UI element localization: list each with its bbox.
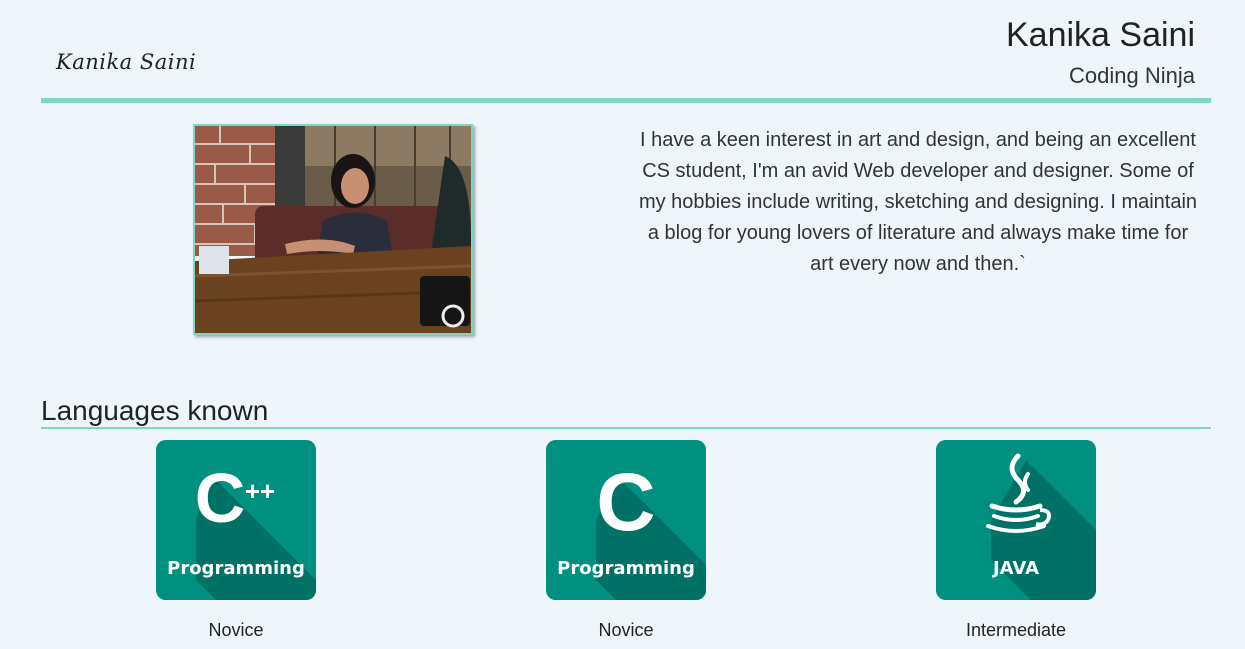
cpp-glyph: C bbox=[195, 459, 246, 537]
owner-name: Kanika Saini bbox=[1005, 16, 1195, 54]
owner-tagline: Coding Ninja bbox=[1069, 63, 1195, 88]
java-icon[interactable]: JAVA bbox=[936, 440, 1096, 600]
cpp-icon[interactable]: C ++ Programming bbox=[156, 440, 316, 600]
bio-text: I have a keen interest in art and design… bbox=[638, 129, 1198, 275]
cpp-superscript: ++ bbox=[245, 476, 275, 506]
profile-photo bbox=[193, 124, 473, 335]
c-glyph: C bbox=[596, 457, 655, 548]
language-card-c: C Programming Novice bbox=[546, 440, 706, 641]
cpp-caption: Programming bbox=[167, 558, 305, 579]
c-level: Novice bbox=[598, 620, 654, 640]
header-divider bbox=[41, 98, 1211, 103]
signature-logo[interactable]: Kanika Saini bbox=[56, 50, 196, 74]
site-header: Kanika Saini Kanika Saini Coding Ninja bbox=[41, 0, 1211, 103]
language-card-java: JAVA Intermediate bbox=[936, 440, 1096, 641]
c-caption: Programming bbox=[557, 558, 695, 579]
languages-heading: Languages known bbox=[41, 395, 269, 426]
languages-divider bbox=[41, 427, 1211, 429]
language-card-cpp: C ++ Programming Novice bbox=[156, 440, 316, 641]
cpp-level: Novice bbox=[208, 620, 264, 640]
c-icon[interactable]: C Programming bbox=[546, 440, 706, 600]
java-level: Intermediate bbox=[965, 620, 1067, 640]
java-caption: JAVA bbox=[992, 558, 1040, 579]
portfolio-page: Kanika Saini Kanika Saini Coding Ninja I… bbox=[0, 0, 1245, 649]
